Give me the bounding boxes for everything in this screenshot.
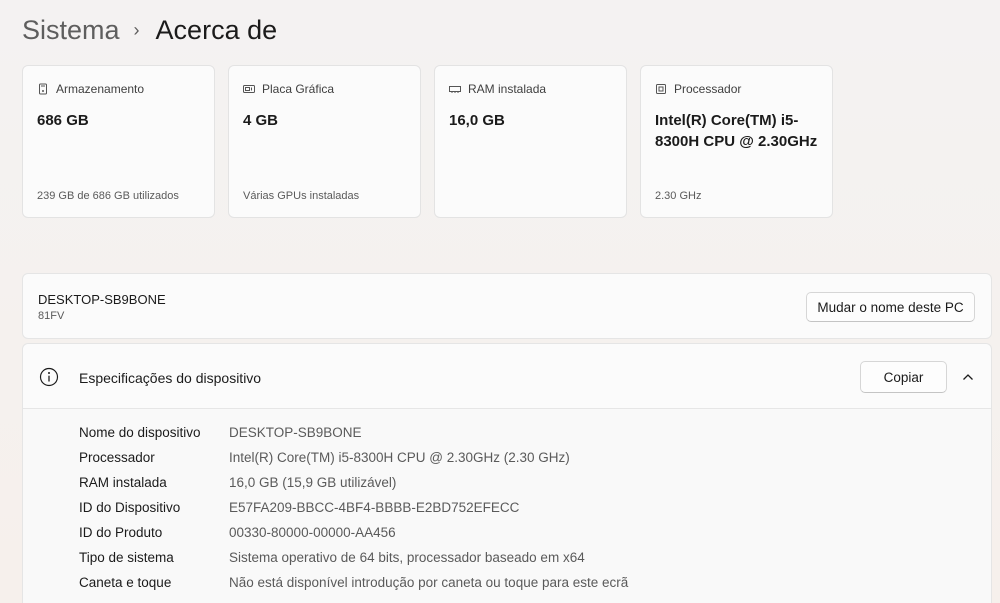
cpu-card-value: Intel(R) Core(TM) i5-8300H CPU @ 2.30GHz (655, 112, 818, 150)
ram-card-header: RAM instalada (449, 82, 546, 96)
ram-card: RAM instalada 16,0 GB (434, 65, 627, 218)
gpu-card-subtitle: Várias GPUs instaladas (243, 190, 360, 202)
spec-value: 00330-80000-00000-AA456 (229, 525, 396, 540)
ram-icon (449, 86, 461, 93)
gpu-card-value: 4 GB (243, 112, 279, 129)
spec-value: DESKTOP-SB9BONE (229, 425, 362, 440)
spec-label: Caneta e toque (79, 575, 172, 590)
specs-title: Especificações do dispositivo (79, 370, 262, 386)
storage-card-header: Armazenamento (37, 82, 144, 96)
page-title: Acerca de (155, 14, 278, 45)
gpu-card-header: Placa Gráfica (243, 82, 334, 96)
spec-row-processor: Processador Intel(R) Core(TM) i5-8300H C… (79, 445, 628, 470)
spec-row-ram: RAM instalada 16,0 GB (15,9 GB utilizáve… (79, 470, 628, 495)
specs-table: Nome do dispositivo DESKTOP-SB9BONE Proc… (79, 420, 628, 595)
breadcrumb-parent-link[interactable]: Sistema (22, 15, 120, 46)
device-specs-header[interactable]: Especificações do dispositivo Copiar (23, 344, 991, 409)
gpu-icon (243, 85, 255, 93)
spec-label: Tipo de sistema (79, 550, 174, 565)
spec-label: RAM instalada (79, 475, 167, 490)
storage-icon (39, 83, 47, 95)
device-model: 81FV (38, 310, 65, 322)
spec-value: E57FA209-BBCC-4BF4-BBBB-E2BD752EFECC (229, 500, 520, 515)
spec-row-system-type: Tipo de sistema Sistema operativo de 64 … (79, 545, 628, 570)
summary-cards: Armazenamento 686 GB 239 GB de 686 GB ut… (22, 65, 833, 218)
breadcrumb: Sistema › Acerca de (22, 10, 277, 50)
cpu-card-subtitle: 2.30 GHz (655, 190, 702, 202)
cpu-card-header: Processador (655, 82, 741, 96)
spec-value: 16,0 GB (15,9 GB utilizável) (229, 475, 397, 490)
cpu-card-title: Processador (674, 82, 742, 96)
spec-row-device-name: Nome do dispositivo DESKTOP-SB9BONE (79, 420, 628, 445)
device-name-panel: DESKTOP-SB9BONE 81FV Mudar o nome deste … (22, 273, 992, 339)
rename-pc-button[interactable]: Mudar o nome deste PC (806, 292, 975, 322)
ram-card-value: 16,0 GB (449, 112, 505, 129)
spec-value: Intel(R) Core(TM) i5-8300H CPU @ 2.30GHz… (229, 450, 570, 465)
cpu-icon (656, 84, 666, 94)
info-icon (39, 367, 59, 387)
spec-row-product-id: ID do Produto 00330-80000-00000-AA456 (79, 520, 628, 545)
gpu-card: Placa Gráfica 4 GB Várias GPUs instalada… (228, 65, 421, 218)
spec-label: Processador (79, 450, 155, 465)
storage-card: Armazenamento 686 GB 239 GB de 686 GB ut… (22, 65, 215, 218)
spec-label: ID do Dispositivo (79, 500, 181, 515)
spec-row-device-id: ID do Dispositivo E57FA209-BBCC-4BF4-BBB… (79, 495, 628, 520)
breadcrumb-separator-icon: › (133, 19, 140, 40)
storage-card-value: 686 GB (37, 112, 89, 129)
spec-value: Não está disponível introdução por canet… (229, 575, 629, 590)
copy-button[interactable]: Copiar (860, 361, 947, 393)
gpu-card-title: Placa Gráfica (262, 82, 335, 96)
device-name: DESKTOP-SB9BONE (38, 292, 166, 307)
storage-card-subtitle: 239 GB de 686 GB utilizados (37, 190, 179, 202)
spec-value: Sistema operativo de 64 bits, processado… (229, 550, 585, 565)
cpu-card: Processador Intel(R) Core(TM) i5-8300H C… (640, 65, 833, 218)
device-specs-panel: Especificações do dispositivo Copiar Nom… (22, 343, 992, 603)
ram-card-title: RAM instalada (468, 82, 547, 96)
spec-label: Nome do dispositivo (79, 425, 201, 440)
chevron-up-icon[interactable] (961, 370, 975, 384)
spec-row-pen-touch: Caneta e toque Não está disponível intro… (79, 570, 628, 595)
spec-label: ID do Produto (79, 525, 163, 540)
storage-card-title: Armazenamento (56, 82, 145, 96)
